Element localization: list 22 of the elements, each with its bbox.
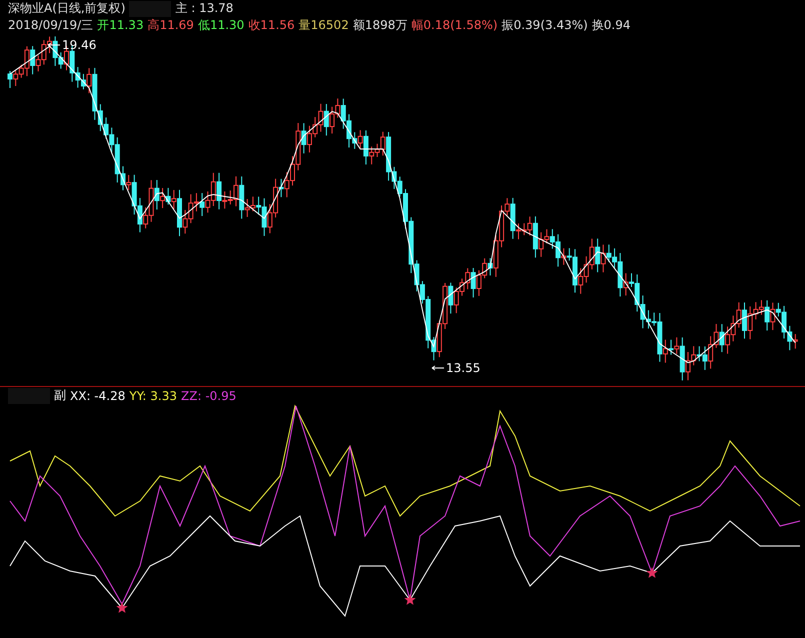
low-price-label: 13.55	[432, 361, 480, 375]
indicator-reading: ZZ: -0.95	[181, 388, 236, 402]
quote-value: 高11.69	[148, 17, 194, 34]
quote-value: 量16502	[298, 17, 349, 34]
indicator-reading: XX: -4.28	[70, 388, 126, 402]
quote-value: 收11.56	[248, 17, 295, 34]
indicator-value: 主 : 13.78	[175, 0, 234, 17]
quote-value: 额1898万	[352, 17, 408, 34]
star-icon	[116, 602, 128, 613]
quote-value: 开11.33	[97, 17, 144, 34]
high-price-label: 19.46	[48, 38, 96, 52]
stock-title: 深物业A(日线,前复权)	[8, 0, 126, 17]
quote-value: 2018/09/19/三	[8, 17, 94, 34]
star-icon	[646, 567, 658, 578]
quote-value: 幅0.18(1.58%)	[411, 17, 498, 34]
star-icon	[404, 594, 416, 605]
quote-value: 换0.94	[592, 17, 631, 34]
sub-chart-title: 副	[54, 387, 66, 404]
indicator-reading: YY: 3.33	[129, 388, 178, 402]
quote-value: 振0.39(3.43%)	[502, 17, 588, 34]
mask-block	[8, 388, 50, 404]
quote-value: 低11.30	[198, 17, 244, 34]
